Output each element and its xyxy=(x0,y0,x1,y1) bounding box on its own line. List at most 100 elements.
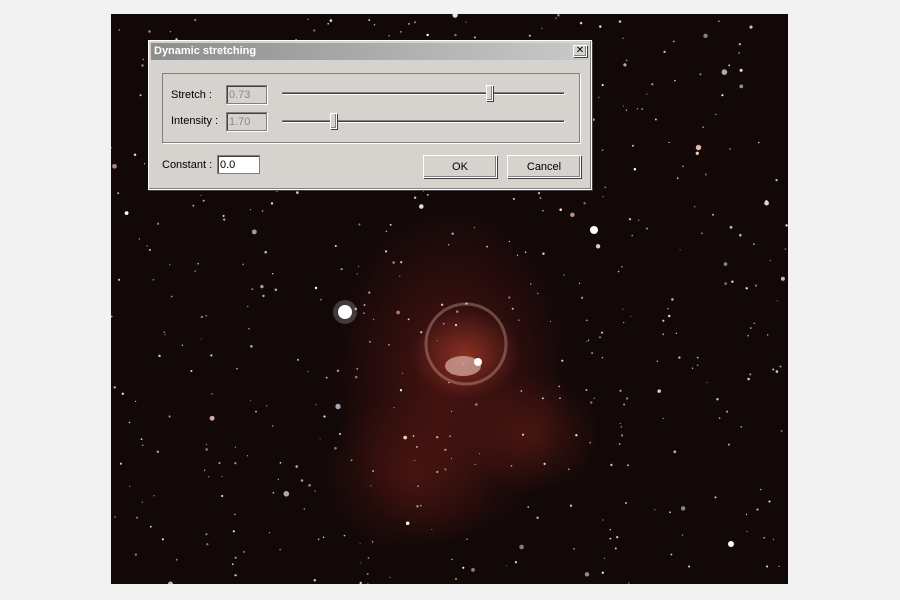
star xyxy=(636,108,639,110)
star xyxy=(478,453,481,455)
star xyxy=(234,462,237,465)
star xyxy=(261,210,264,212)
star xyxy=(236,367,238,370)
star xyxy=(168,581,173,584)
star xyxy=(190,369,193,373)
star xyxy=(313,29,316,32)
star xyxy=(486,245,489,248)
dialog-titlebar[interactable]: Dynamic stretching ✕ xyxy=(151,43,589,60)
stretch-slider-track xyxy=(282,92,565,95)
cancel-button[interactable]: Cancel xyxy=(507,155,581,178)
star xyxy=(749,373,752,376)
star xyxy=(662,333,665,336)
star xyxy=(583,202,586,205)
star xyxy=(389,223,392,226)
star xyxy=(619,389,622,392)
star xyxy=(739,84,744,89)
star xyxy=(631,234,634,237)
star xyxy=(695,144,702,151)
star xyxy=(114,516,116,518)
star xyxy=(388,34,390,37)
star xyxy=(654,118,657,121)
star xyxy=(528,34,531,37)
star xyxy=(422,190,424,192)
stretch-slider-thumb[interactable] xyxy=(485,85,493,101)
star xyxy=(234,513,236,516)
star xyxy=(279,548,281,551)
star xyxy=(205,315,207,317)
intensity-slider-thumb[interactable] xyxy=(329,113,337,129)
star xyxy=(524,251,527,254)
star xyxy=(363,312,365,314)
close-button[interactable]: ✕ xyxy=(573,45,587,57)
ok-button[interactable]: OK xyxy=(423,155,497,178)
star xyxy=(465,21,467,23)
star xyxy=(367,556,370,559)
star xyxy=(234,446,236,448)
star xyxy=(585,388,588,392)
star xyxy=(695,151,699,155)
star xyxy=(372,318,375,320)
stretch-value-field: 0.73 xyxy=(226,85,267,104)
star xyxy=(243,550,246,553)
star xyxy=(255,410,257,413)
stretch-slider[interactable] xyxy=(282,85,565,101)
star xyxy=(296,191,299,194)
star xyxy=(680,506,686,511)
star xyxy=(519,544,524,550)
star xyxy=(645,93,648,95)
star xyxy=(530,283,532,285)
star xyxy=(780,276,785,281)
star xyxy=(768,500,771,503)
star xyxy=(623,403,626,406)
star xyxy=(246,455,249,457)
star xyxy=(203,469,206,471)
star xyxy=(218,462,221,465)
star xyxy=(721,69,728,75)
star xyxy=(249,400,252,402)
star xyxy=(592,118,595,121)
star xyxy=(678,356,681,359)
star xyxy=(209,415,215,421)
star xyxy=(512,197,515,200)
star xyxy=(543,462,546,466)
star xyxy=(620,426,623,428)
star xyxy=(194,270,197,273)
star xyxy=(175,558,178,561)
star xyxy=(621,265,623,268)
star xyxy=(449,435,451,438)
star xyxy=(625,59,628,62)
star xyxy=(563,274,565,276)
star xyxy=(756,508,759,511)
star xyxy=(618,20,622,23)
star xyxy=(537,191,541,195)
star xyxy=(200,315,204,319)
star xyxy=(399,275,401,277)
star xyxy=(329,19,333,22)
star xyxy=(567,468,570,471)
star xyxy=(262,294,265,298)
star xyxy=(148,30,151,33)
bright-star xyxy=(728,541,734,547)
star xyxy=(399,389,403,392)
star xyxy=(369,340,371,343)
constant-input[interactable] xyxy=(217,155,260,174)
star xyxy=(622,37,624,39)
star xyxy=(169,30,172,33)
intensity-label: Intensity : xyxy=(171,115,219,127)
star xyxy=(622,308,624,310)
star xyxy=(603,557,606,560)
star xyxy=(148,248,151,251)
star xyxy=(354,375,358,379)
star xyxy=(604,186,606,188)
star xyxy=(662,417,664,419)
star xyxy=(536,292,539,295)
star xyxy=(169,264,171,266)
star xyxy=(601,84,604,87)
star xyxy=(356,273,358,275)
star xyxy=(625,397,629,400)
intensity-slider[interactable] xyxy=(282,113,565,129)
star xyxy=(673,450,677,454)
star xyxy=(616,536,619,539)
star xyxy=(598,96,600,99)
